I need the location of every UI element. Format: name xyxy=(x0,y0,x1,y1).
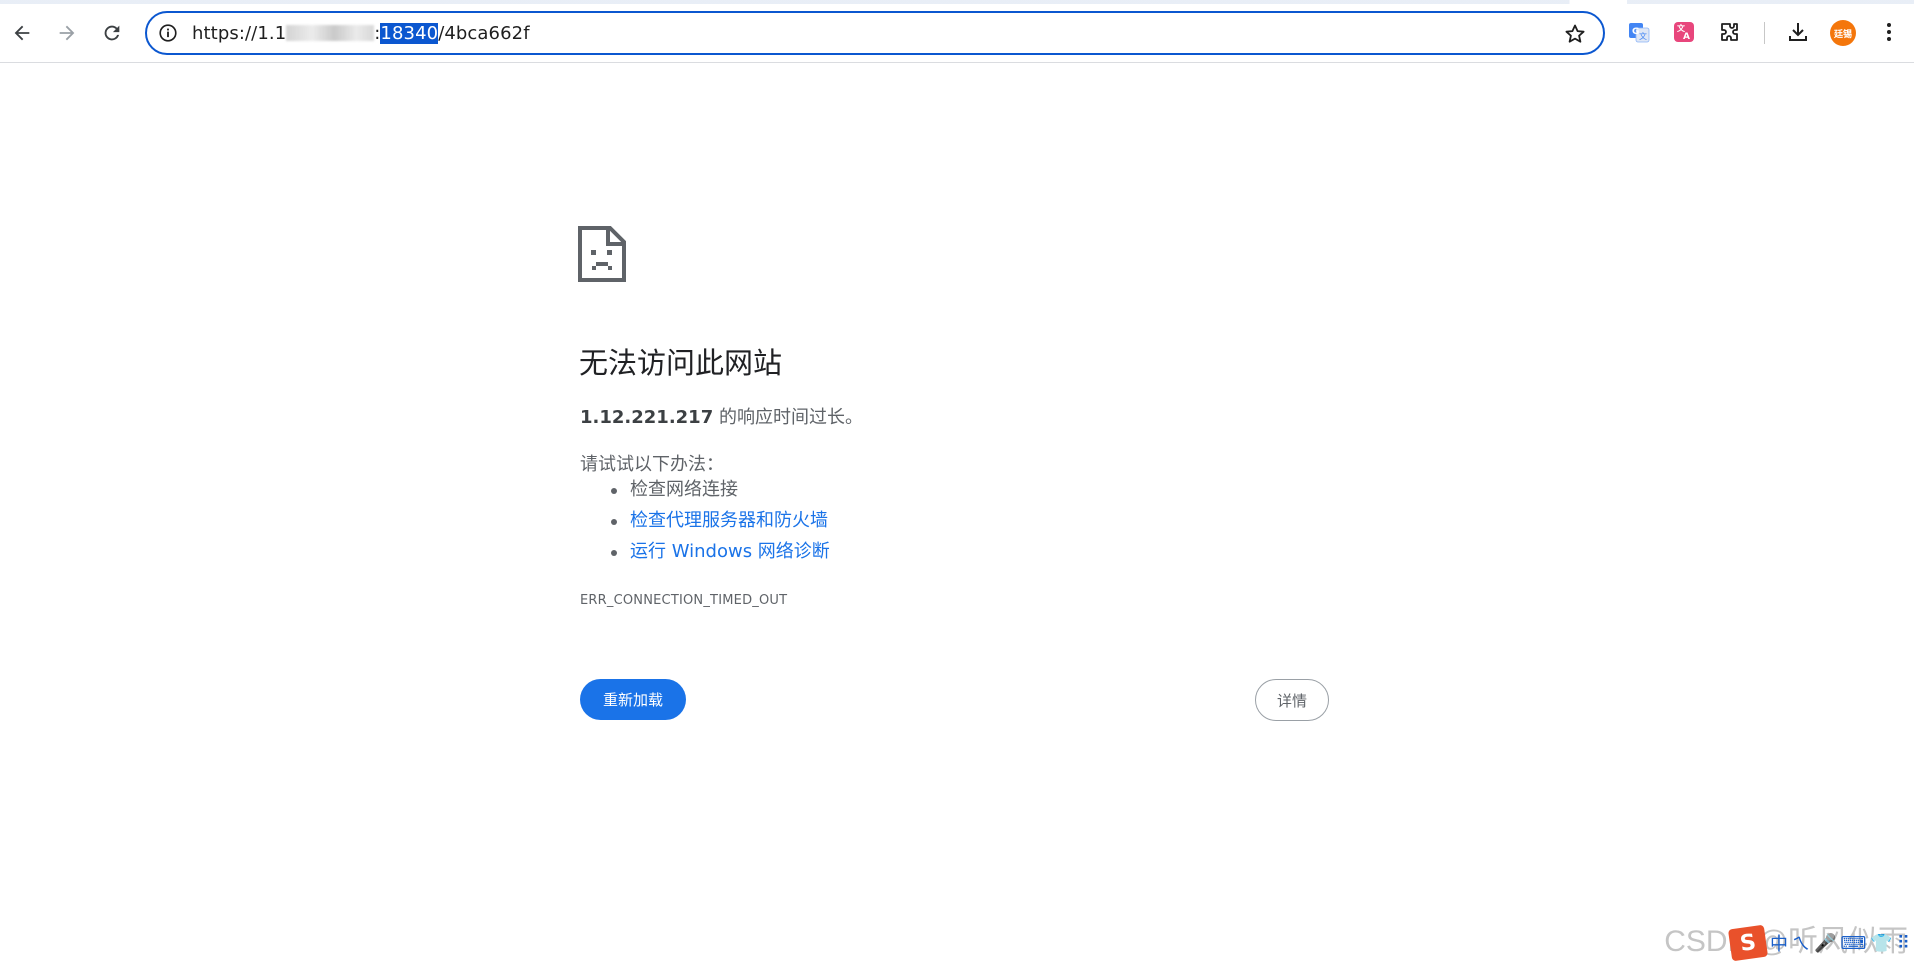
info-circle-icon[interactable] xyxy=(157,22,179,44)
sad-document-icon xyxy=(578,226,626,282)
puzzle-icon xyxy=(1721,23,1738,41)
translate-extension[interactable]: 文 A xyxy=(1669,17,1699,47)
error-host: 1.12.221.217 xyxy=(580,407,714,428)
extensions-button[interactable] xyxy=(1715,17,1745,47)
svg-text:文: 文 xyxy=(1639,31,1647,41)
toolbar-divider xyxy=(1764,22,1765,44)
profile-avatar[interactable]: 廷锡 xyxy=(1830,20,1856,46)
keyboard-icon[interactable]: ⌨ xyxy=(1840,933,1866,954)
sogou-ime-logo[interactable]: S xyxy=(1727,924,1769,962)
ime-menu-icon[interactable]: ⠿ xyxy=(1897,933,1910,954)
url-redacted xyxy=(286,25,375,41)
error-title: 无法访问此网站 xyxy=(579,346,783,380)
suggestion-run-diagnostics[interactable]: 运行 Windows 网络诊断 xyxy=(580,540,830,571)
url-text[interactable]: https://1.1:18340/4bca662f xyxy=(192,23,530,44)
back-button[interactable] xyxy=(4,15,40,51)
error-detail: 1.12.221.217 的响应时间过长。 xyxy=(580,403,863,429)
skin-icon[interactable]: 👕 xyxy=(1870,933,1892,954)
forward-button[interactable] xyxy=(49,15,85,51)
url-port-selected: 18340 xyxy=(380,23,439,44)
suggestion-label: 检查网络连接 xyxy=(630,479,738,500)
download-icon xyxy=(1789,23,1807,41)
check-proxy-link[interactable]: 检查代理服务器和防火墙 xyxy=(630,510,828,531)
google-translate-extension[interactable]: G 文 xyxy=(1624,17,1654,47)
suggestion-check-proxy[interactable]: 检查代理服务器和防火墙 xyxy=(580,509,830,540)
svg-text:A: A xyxy=(1683,32,1690,42)
microphone-icon[interactable]: 🎤 xyxy=(1814,933,1836,954)
address-bar[interactable]: https://1.1:18340/4bca662f xyxy=(145,11,1605,55)
reload-button[interactable]: 重新加载 xyxy=(580,679,686,720)
downloads-button[interactable] xyxy=(1783,17,1813,47)
reload-page-button[interactable] xyxy=(94,15,130,51)
details-button[interactable]: 详情 xyxy=(1255,679,1329,721)
browser-toolbar: https://1.1:18340/4bca662f G 文 文 A 廷锡 xyxy=(0,0,1914,63)
arrow-left-icon xyxy=(14,25,30,41)
suggestions-list: 检查网络连接 检查代理服务器和防火墙 运行 Windows 网络诊断 xyxy=(580,478,830,571)
refresh-icon xyxy=(104,25,120,41)
url-prefix: https://1.1 xyxy=(192,23,287,44)
ime-punctuation[interactable]: ㄟ xyxy=(1792,930,1810,956)
run-diagnostics-link[interactable]: 运行 Windows 网络诊断 xyxy=(630,541,830,562)
arrow-right-icon xyxy=(59,25,75,41)
suggestion-check-network: 检查网络连接 xyxy=(580,478,830,509)
error-detail-suffix: 的响应时间过长。 xyxy=(713,407,863,428)
error-code: ERR_CONNECTION_TIMED_OUT xyxy=(580,593,788,608)
google-translate-icon: G 文 xyxy=(1629,23,1650,43)
kebab-menu-icon xyxy=(1887,23,1891,41)
suggestions-title: 请试试以下办法： xyxy=(580,454,724,475)
star-icon[interactable] xyxy=(1563,22,1587,46)
translate-pink-icon: 文 A xyxy=(1674,22,1694,42)
tab-strip-edge xyxy=(0,0,1914,4)
browser-menu-button[interactable] xyxy=(1874,17,1904,47)
url-path: /4bca662f xyxy=(438,23,530,44)
ime-toolbar[interactable]: S 中 ㄟ 🎤 ⌨ 👕 ⠿ xyxy=(1727,924,1910,962)
ime-chinese-mode[interactable]: 中 xyxy=(1770,930,1788,956)
